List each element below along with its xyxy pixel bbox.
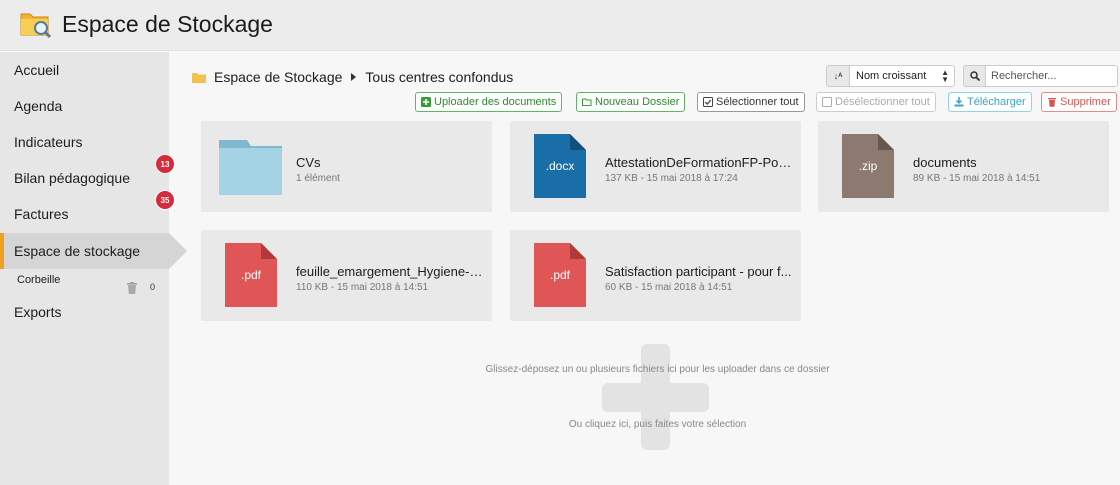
pdf-file-icon: .pdf — [225, 243, 277, 307]
sidebar-subitem-corbeille[interactable]: Corbeille — [17, 274, 60, 286]
dropzone-plus-icon[interactable] — [602, 344, 709, 450]
trash-icon — [127, 282, 137, 294]
search-control — [963, 65, 1118, 87]
file-card-folder[interactable]: CVs 1 élément — [201, 121, 492, 212]
download-icon — [954, 97, 964, 107]
caret-right-icon — [351, 73, 357, 81]
notification-badge-bilan: 13 — [155, 154, 175, 174]
sidebar-item-espace-de-stockage[interactable]: Espace de stockage — [0, 233, 169, 269]
deselect-all-button[interactable]: Désélectionner tout — [816, 92, 936, 112]
upload-documents-button[interactable]: Uploader des documents — [415, 92, 563, 112]
folder-icon — [219, 140, 282, 195]
breadcrumb-current: Tous centres confondus — [365, 69, 514, 85]
deselect-all-label: Désélectionner tout — [835, 96, 930, 108]
file-meta: 110 KB - 15 mai 2018 à 14:51 — [296, 282, 429, 293]
file-card-pdf[interactable]: .pdf Satisfaction participant - pour f..… — [510, 230, 801, 321]
file-extension: .zip — [859, 159, 878, 173]
active-indicator-arrow — [169, 233, 187, 269]
select-all-button[interactable]: Sélectionner tout — [697, 92, 805, 112]
file-extension: .pdf — [241, 268, 262, 282]
notification-badge-factures: 35 — [155, 190, 175, 210]
file-meta: 137 KB - 15 mai 2018 à 17:24 — [605, 173, 738, 184]
sidebar-item-factures[interactable]: Factures — [0, 196, 169, 232]
select-caret-icon: ▲ ▼ — [941, 68, 949, 84]
file-name: documents — [913, 155, 977, 170]
search-icon[interactable] — [963, 65, 985, 87]
download-button[interactable]: Télécharger — [948, 92, 1032, 112]
file-name: feuille_emargement_Hygiene-et... — [296, 264, 486, 279]
search-input[interactable] — [985, 65, 1118, 87]
file-name: AttestationDeFormationFP-Port... — [605, 155, 795, 170]
sort-select[interactable]: Nom croissant ▲ ▼ — [849, 65, 955, 87]
breadcrumb-root[interactable]: Espace de Stockage — [214, 69, 342, 85]
file-meta: 1 élément — [296, 173, 340, 184]
file-name: Satisfaction participant - pour f... — [605, 264, 792, 279]
delete-button[interactable]: Supprimer — [1041, 92, 1117, 112]
file-card-pdf[interactable]: .pdf feuille_emargement_Hygiene-et... 11… — [201, 230, 492, 321]
sidebar-item-exports[interactable]: Exports — [0, 294, 169, 330]
folder-search-icon — [20, 13, 52, 39]
dropzone-instruction[interactable]: Glissez-déposez un ou plusieurs fichiers… — [400, 364, 915, 375]
docx-file-icon: .docx — [534, 134, 586, 198]
download-label: Télécharger — [967, 96, 1026, 108]
file-meta: 60 KB - 15 mai 2018 à 14:51 — [605, 282, 733, 293]
app-header: Espace de Stockage — [0, 0, 1120, 51]
file-name: CVs — [296, 155, 321, 170]
check-square-icon — [703, 97, 713, 107]
plus-square-icon — [421, 97, 431, 107]
sidebar: Accueil Agenda Indicateurs Bilan pédagog… — [0, 52, 169, 485]
breadcrumb: Espace de Stockage Tous centres confondu… — [192, 68, 513, 86]
folder-open-icon — [582, 98, 592, 106]
sort-control: ↓ᴬ Nom croissant ▲ ▼ — [826, 65, 955, 87]
upload-documents-label: Uploader des documents — [434, 96, 557, 108]
delete-label: Supprimer — [1060, 96, 1111, 108]
file-card-docx[interactable]: .docx AttestationDeFormationFP-Port... 1… — [510, 121, 801, 212]
sidebar-item-accueil[interactable]: Accueil — [0, 52, 169, 88]
app-title: Espace de Stockage — [62, 11, 273, 37]
sort-alpha-icon[interactable]: ↓ᴬ — [826, 65, 849, 87]
file-meta: 89 KB - 15 mai 2018 à 14:51 — [913, 173, 1041, 184]
folder-icon — [192, 72, 206, 83]
trash-icon — [1048, 98, 1056, 107]
sidebar-item-indicateurs[interactable]: Indicateurs — [0, 124, 169, 160]
pdf-file-icon: .pdf — [534, 243, 586, 307]
file-extension: .pdf — [550, 268, 571, 282]
zip-file-icon: .zip — [842, 134, 894, 198]
select-all-label: Sélectionner tout — [716, 96, 799, 108]
new-folder-button[interactable]: Nouveau Dossier — [576, 92, 686, 112]
dropzone-click-instruction[interactable]: Ou cliquez ici, puis faites votre sélect… — [400, 419, 915, 430]
sidebar-item-agenda[interactable]: Agenda — [0, 88, 169, 124]
file-card-zip[interactable]: .zip documents 89 KB - 15 mai 2018 à 14:… — [818, 121, 1109, 212]
file-extension: .docx — [546, 159, 575, 173]
square-icon — [822, 97, 832, 107]
trash-count: 0 — [150, 282, 156, 292]
sort-selected-value: Nom croissant — [856, 70, 927, 82]
sidebar-item-bilan-pedagogique[interactable]: Bilan pédagogique — [0, 160, 169, 196]
new-folder-label: Nouveau Dossier — [595, 96, 680, 108]
